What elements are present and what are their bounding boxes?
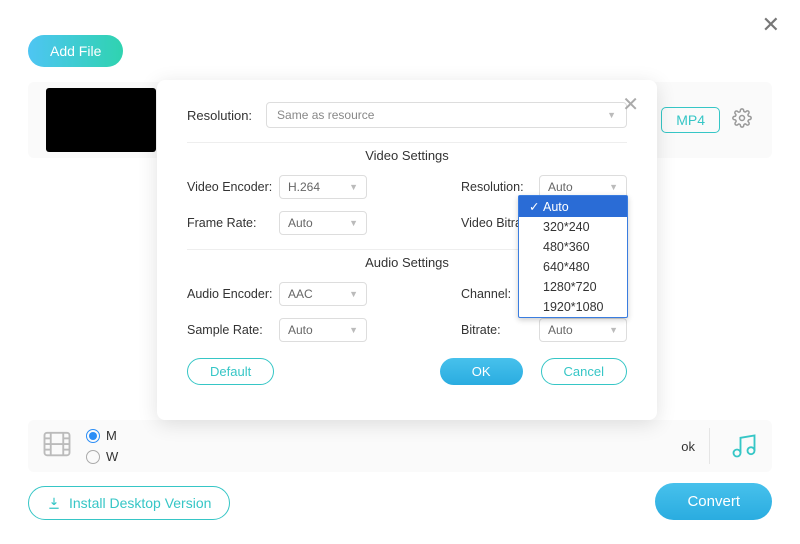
ok-button[interactable]: OK xyxy=(440,358,523,385)
chevron-down-icon: ▼ xyxy=(349,325,358,335)
frame-rate-select[interactable]: Auto ▼ xyxy=(279,211,367,235)
option-label: Auto xyxy=(543,200,569,214)
resolution-option[interactable]: 480*360 xyxy=(519,237,627,257)
default-button[interactable]: Default xyxy=(187,358,274,385)
download-icon xyxy=(47,496,61,510)
option-label: 1280*720 xyxy=(543,280,597,294)
close-icon[interactable]: ✕ xyxy=(762,12,780,38)
frame-rate-label: Frame Rate: xyxy=(187,216,279,230)
chevron-down-icon: ▼ xyxy=(607,110,616,120)
chevron-down-icon: ▼ xyxy=(349,218,358,228)
select-value: H.264 xyxy=(288,180,320,194)
format-label: M xyxy=(106,428,117,443)
option-label: 320*240 xyxy=(543,220,590,234)
audio-encoder-select[interactable]: AAC ▼ xyxy=(279,282,367,306)
convert-button[interactable]: Convert xyxy=(655,483,772,520)
video-thumbnail xyxy=(46,88,156,152)
close-icon[interactable]: ✕ xyxy=(622,92,639,117)
inner-resolution-label: Resolution: xyxy=(461,180,539,194)
audio-encoder-label: Audio Encoder: xyxy=(187,287,279,301)
select-value: Auto xyxy=(288,323,313,337)
resolution-label: Resolution: xyxy=(187,108,252,123)
option-label: 1920*1080 xyxy=(543,300,603,314)
radio-icon xyxy=(86,429,100,443)
chevron-down-icon: ▼ xyxy=(609,182,618,192)
install-desktop-button[interactable]: Install Desktop Version xyxy=(28,486,230,520)
chevron-down-icon: ▼ xyxy=(349,182,358,192)
select-value: Same as resource xyxy=(277,108,374,122)
format-radio-option[interactable]: M xyxy=(86,428,118,443)
video-settings-heading: Video Settings xyxy=(187,142,627,175)
sample-rate-label: Sample Rate: xyxy=(187,323,279,337)
resolution-option[interactable]: ✓ Auto xyxy=(519,196,627,217)
install-label: Install Desktop Version xyxy=(69,495,211,511)
film-icon xyxy=(42,429,72,464)
add-file-button[interactable]: Add File xyxy=(28,35,123,67)
resolution-dropdown-list: ✓ Auto 320*240 480*360 640*480 1280*720 1920*1… xyxy=(518,195,628,318)
select-value: Auto xyxy=(548,323,573,337)
output-format-badge[interactable]: MP4 xyxy=(661,107,720,133)
format-bar: M W ok xyxy=(28,420,772,472)
select-value: Auto xyxy=(288,216,313,230)
music-icon[interactable] xyxy=(709,428,758,464)
format-radio-option[interactable]: W xyxy=(86,449,118,464)
chevron-down-icon: ▼ xyxy=(609,325,618,335)
bitrate-select[interactable]: Auto ▼ xyxy=(539,318,627,342)
resolution-select[interactable]: Same as resource ▼ xyxy=(266,102,627,128)
select-value: AAC xyxy=(288,287,313,301)
check-icon: ✓ xyxy=(529,199,539,214)
resolution-option[interactable]: 1920*1080 xyxy=(519,297,627,317)
chevron-down-icon: ▼ xyxy=(349,289,358,299)
option-label: 640*480 xyxy=(543,260,590,274)
option-label: 480*360 xyxy=(543,240,590,254)
resolution-option[interactable]: 1280*720 xyxy=(519,277,627,297)
resolution-option[interactable]: 320*240 xyxy=(519,217,627,237)
gear-icon[interactable] xyxy=(732,108,752,133)
video-encoder-select[interactable]: H.264 ▼ xyxy=(279,175,367,199)
bitrate-label: Bitrate: xyxy=(461,323,539,337)
radio-icon xyxy=(86,450,100,464)
resolution-option[interactable]: 640*480 xyxy=(519,257,627,277)
cancel-button[interactable]: Cancel xyxy=(541,358,627,385)
sample-rate-select[interactable]: Auto ▼ xyxy=(279,318,367,342)
select-value: Auto xyxy=(548,180,573,194)
format-label: W xyxy=(106,449,118,464)
settings-dialog: ✕ Resolution: Same as resource ▼ Video S… xyxy=(157,80,657,420)
video-encoder-label: Video Encoder: xyxy=(187,180,279,194)
format-suffix: ok xyxy=(681,439,695,454)
format-radio-group: M W xyxy=(86,428,118,464)
